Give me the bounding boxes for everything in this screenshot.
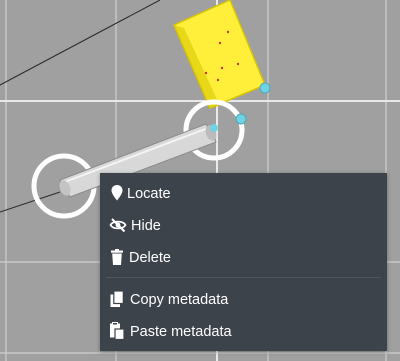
- copy-icon: [110, 290, 124, 307]
- menu-item-locate[interactable]: Locate: [100, 179, 387, 209]
- paste-icon: [110, 322, 125, 340]
- menu-item-delete[interactable]: Delete: [100, 243, 387, 273]
- pivot-handle-box[interactable]: [259, 82, 271, 94]
- menu-item-label: Copy metadata: [130, 292, 229, 308]
- menu-item-label: Delete: [129, 250, 171, 266]
- trash-icon: [111, 249, 123, 265]
- menu-divider: [106, 277, 381, 278]
- menu-item-label: Locate: [127, 186, 171, 202]
- yellow-box-object[interactable]: [173, 0, 266, 109]
- map-pin-icon: [111, 185, 123, 201]
- pivot-handle-inner[interactable]: [210, 124, 218, 132]
- menu-item-copy-metadata[interactable]: Copy metadata: [100, 285, 387, 315]
- context-menu: Locate Hide Delete Copy metadata Paste m…: [100, 173, 387, 351]
- menu-item-label: Paste metadata: [130, 324, 232, 340]
- menu-item-paste-metadata[interactable]: Paste metadata: [100, 317, 387, 347]
- menu-item-label: Hide: [131, 218, 161, 234]
- pivot-handle-rod[interactable]: [235, 113, 247, 125]
- eye-slash-icon: [109, 218, 127, 233]
- 3d-viewport[interactable]: Locate Hide Delete Copy metadata Paste m…: [0, 0, 400, 361]
- menu-item-hide[interactable]: Hide: [100, 211, 387, 241]
